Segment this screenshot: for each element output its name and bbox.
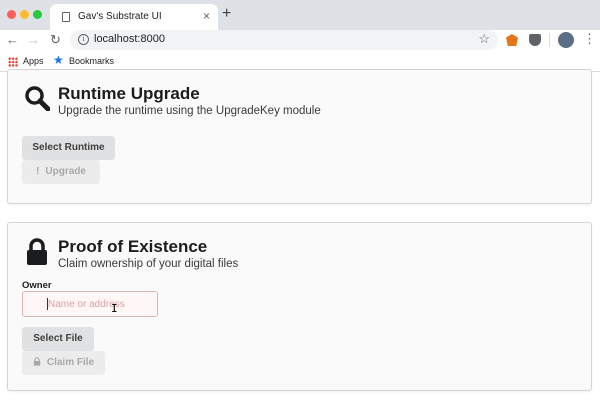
page-content: Runtime Upgrade Upgrade the runtime usin… [0, 69, 600, 400]
tab-close-icon[interactable]: × [203, 9, 210, 23]
proof-of-existence-subtitle: Claim ownership of your digital files [58, 258, 239, 270]
owner-input[interactable] [22, 291, 158, 317]
runtime-upgrade-card: Runtime Upgrade Upgrade the runtime usin… [7, 69, 592, 204]
bookmark-star-icon: ★ [53, 53, 64, 67]
bookmark-bookmarks[interactable]: Bookmarks [69, 56, 114, 66]
exclamation-icon: ! [36, 166, 40, 177]
document-icon [62, 12, 70, 22]
maximize-window-button[interactable] [33, 10, 42, 19]
tab-title: Gav's Substrate UI [78, 11, 162, 22]
owner-label: Owner [22, 280, 52, 291]
runtime-upgrade-title: Runtime Upgrade [58, 84, 200, 103]
close-window-button[interactable] [7, 10, 16, 19]
minimize-window-button[interactable] [20, 10, 29, 19]
text-caret [47, 298, 48, 310]
bookmark-star-icon[interactable]: ☆ [478, 31, 490, 47]
lock-icon [24, 238, 50, 271]
site-info-icon[interactable]: i [78, 34, 89, 45]
more-menu-icon[interactable]: ⋮ [583, 31, 596, 47]
metamask-extension-icon[interactable] [506, 34, 518, 46]
browser-tab-bar: Gav's Substrate UI × + [0, 0, 600, 30]
new-tab-button[interactable]: + [222, 6, 231, 22]
proof-of-existence-card: Proof of Existence Claim ownership of yo… [7, 222, 592, 391]
claim-file-button[interactable]: Claim File [22, 351, 105, 375]
browser-tab[interactable]: Gav's Substrate UI × [50, 4, 218, 30]
forward-arrow-icon[interactable]: → [27, 33, 40, 47]
profile-avatar[interactable] [558, 32, 574, 48]
claim-file-button-label: Claim File [46, 357, 95, 368]
runtime-upgrade-subtitle: Upgrade the runtime using the UpgradeKey… [58, 105, 321, 117]
url-text[interactable]: localhost:8000 [94, 33, 165, 45]
back-arrow-icon[interactable]: ← [6, 33, 19, 47]
browser-toolbar: ← → ↻ i localhost:8000 ☆ ⋮ [0, 30, 600, 52]
proof-of-existence-title: Proof of Existence [58, 237, 208, 256]
toolbar-divider [549, 33, 550, 47]
lock-small-icon [33, 351, 41, 375]
upgrade-button-label: Upgrade [45, 166, 86, 177]
select-runtime-button[interactable]: Select Runtime [22, 136, 115, 160]
apps-grid-icon[interactable] [8, 57, 18, 67]
ibeam-cursor-icon: I [111, 302, 118, 315]
address-bar[interactable]: i localhost:8000 ☆ [70, 30, 498, 50]
shield-extension-icon[interactable] [529, 34, 541, 46]
search-icon [24, 85, 51, 116]
select-file-button[interactable]: Select File [22, 327, 94, 351]
upgrade-button[interactable]: ! Upgrade [22, 160, 100, 184]
bookmark-apps[interactable]: Apps [23, 56, 44, 66]
reload-icon[interactable]: ↻ [50, 33, 61, 47]
